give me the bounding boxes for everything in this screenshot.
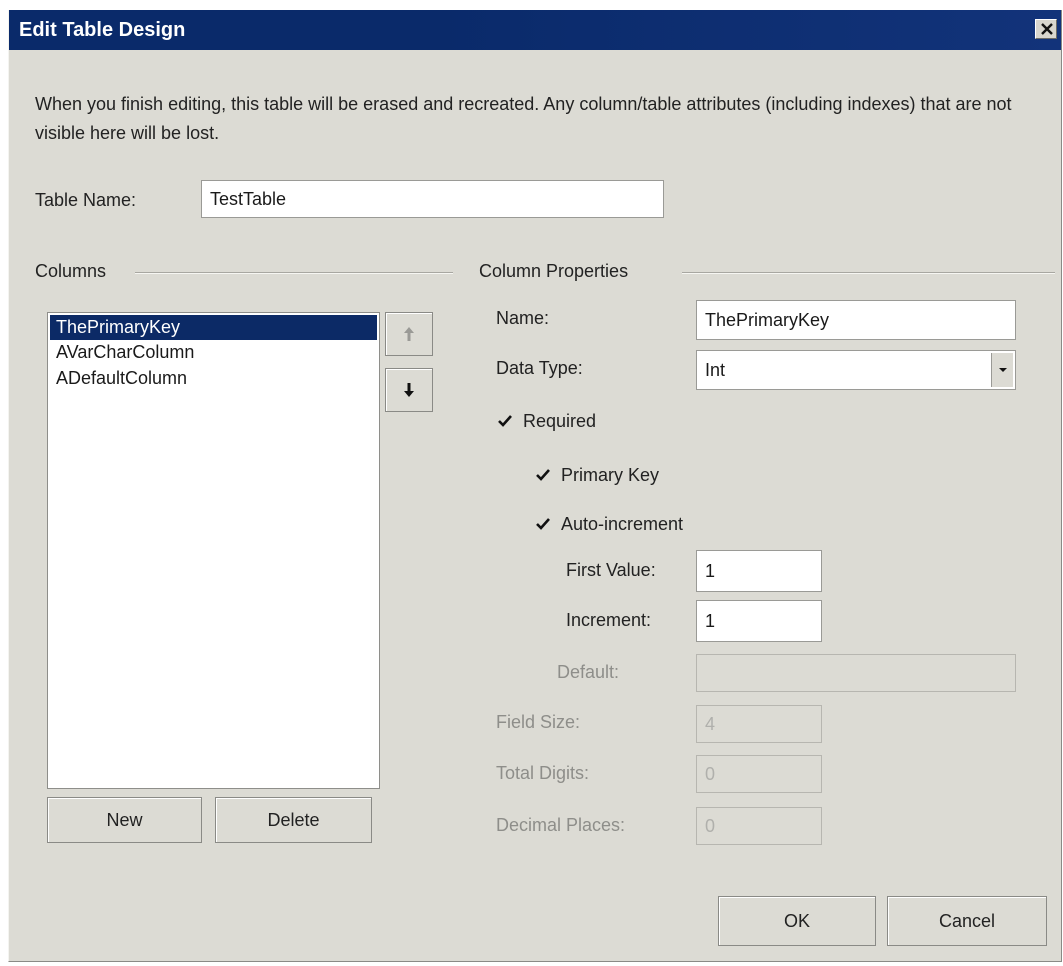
move-down-button[interactable] [385, 368, 433, 412]
delete-column-button[interactable]: Delete [215, 797, 372, 843]
list-item[interactable]: ThePrimaryKey [50, 315, 377, 340]
field-size-label: Field Size: [496, 712, 581, 732]
columns-group-label: Columns [35, 261, 107, 281]
column-properties-group-divider [682, 272, 1055, 274]
columns-list[interactable]: ThePrimaryKey AVarCharColumn ADefaultCol… [47, 312, 380, 789]
auto-increment-checkbox[interactable] [534, 515, 552, 533]
move-up-button[interactable] [385, 312, 433, 356]
increment-label: Increment: [566, 610, 652, 630]
decimal-places-label: Decimal Places: [496, 815, 626, 835]
column-properties-group-label: Column Properties [479, 261, 629, 281]
field-size-input[interactable]: 4 [696, 705, 822, 743]
total-digits-input[interactable]: 0 [696, 755, 822, 793]
cancel-button[interactable]: Cancel [887, 896, 1047, 946]
chevron-down-icon [999, 368, 1007, 372]
data-type-select[interactable]: Int [696, 350, 1016, 390]
data-type-label: Data Type: [496, 358, 583, 378]
close-button[interactable] [1035, 19, 1057, 39]
list-item[interactable]: ADefaultColumn [50, 366, 377, 391]
decimal-places-input[interactable]: 0 [696, 807, 822, 845]
data-type-value: Int [705, 360, 726, 380]
required-label: Required [523, 411, 597, 431]
total-digits-label: Total Digits: [496, 763, 590, 783]
first-value-input[interactable]: 1 [696, 550, 822, 592]
data-type-dropdown-button[interactable] [991, 353, 1013, 387]
auto-increment-label: Auto-increment [561, 514, 684, 534]
checkmark-icon [536, 469, 550, 481]
title-bar[interactable]: Edit Table Design [9, 10, 1061, 50]
warning-notice: When you finish editing, this table will… [35, 94, 1012, 143]
checkmark-icon [536, 518, 550, 530]
dialog-title: Edit Table Design [19, 19, 186, 41]
edit-table-design-dialog: Edit Table Design When you finish editin… [8, 10, 1062, 962]
column-name-input[interactable]: ThePrimaryKey [696, 300, 1016, 340]
table-name-input[interactable]: TestTable [201, 180, 664, 218]
default-input[interactable] [696, 654, 1016, 692]
close-icon [1041, 23, 1053, 35]
primary-key-checkbox[interactable] [534, 466, 552, 484]
arrow-up-icon [404, 327, 414, 341]
name-label: Name: [496, 308, 550, 328]
columns-group-divider [135, 272, 453, 274]
first-value-label: First Value: [566, 560, 656, 580]
increment-input[interactable]: 1 [696, 600, 822, 642]
list-item[interactable]: AVarCharColumn [50, 340, 377, 365]
arrow-down-icon [404, 383, 414, 397]
default-label: Default: [557, 662, 620, 682]
table-name-label: Table Name: [35, 190, 137, 210]
new-column-button[interactable]: New [47, 797, 202, 843]
required-checkbox[interactable] [496, 412, 514, 430]
ok-button[interactable]: OK [718, 896, 876, 946]
primary-key-label: Primary Key [561, 465, 660, 485]
checkmark-icon [498, 415, 512, 427]
